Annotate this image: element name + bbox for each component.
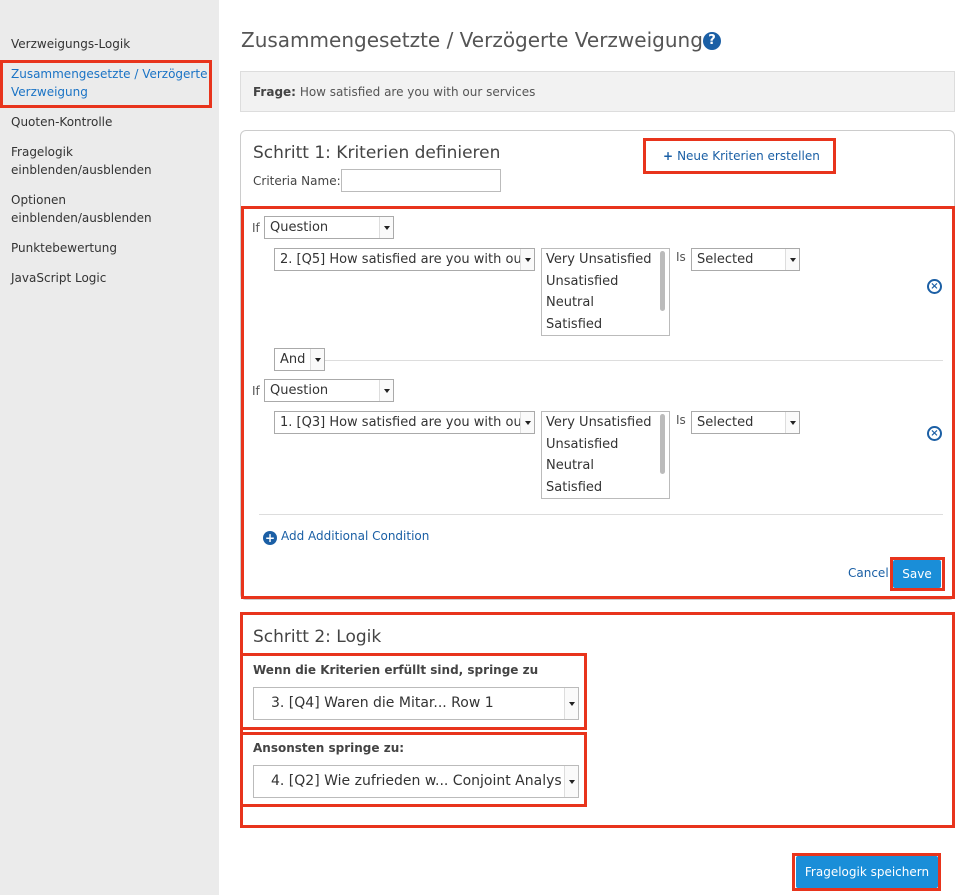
- is-label: Is: [676, 250, 686, 264]
- remove-condition-icon[interactable]: ×: [927, 279, 942, 294]
- question-bar: Frage: How satisfied are you with our se…: [240, 71, 955, 112]
- question-text: How satisfied are you with our services: [299, 85, 536, 99]
- sidebar-item-quota-control[interactable]: Quoten-Kontrolle: [11, 113, 112, 131]
- scrollbar[interactable]: [660, 251, 665, 311]
- step1-title: Schritt 1: Kriterien definieren: [253, 143, 501, 163]
- if-met-label: Wenn die Kriterien erfüllt sind, springe…: [253, 663, 539, 677]
- option-item[interactable]: Unsatisfied: [542, 271, 669, 293]
- state-select[interactable]: Selected: [691, 248, 800, 271]
- question-select-value: 2. [Q5] How satisfied are you with our: [280, 252, 528, 267]
- cancel-button[interactable]: Cancel: [848, 566, 889, 580]
- sidebar-item-question-show-hide[interactable]: Fragelogik einblenden/ausblenden: [11, 143, 171, 179]
- criteria-name-label: Criteria Name:: [253, 174, 341, 188]
- option-item[interactable]: Satisfied: [542, 314, 669, 336]
- option-item[interactable]: Neutral: [542, 455, 669, 477]
- sidebar-item-scoring[interactable]: Punktebewertung: [11, 239, 117, 257]
- connector-select[interactable]: And: [274, 348, 325, 371]
- question-select-value: 1. [Q3] How satisfied are you with our: [280, 415, 528, 430]
- chevron-down-icon: [564, 766, 578, 797]
- options-listbox[interactable]: Very Unsatisfied Unsatisfied Neutral Sat…: [541, 411, 670, 499]
- step2-title: Schritt 2: Logik: [253, 627, 382, 647]
- is-label: Is: [676, 413, 686, 427]
- else-label: Ansonsten springe zu:: [253, 741, 405, 755]
- connector-value: And: [280, 352, 306, 367]
- state-select-value: Selected: [697, 252, 754, 267]
- new-criteria-link[interactable]: + Neue Kriterien erstellen: [663, 149, 820, 163]
- sidebar-item-options-show-hide[interactable]: Optionen einblenden/ausblenden: [11, 191, 171, 227]
- if-met-value: 3. [Q4] Waren die Mitar... Row 1: [271, 695, 494, 711]
- divider: [276, 360, 943, 361]
- divider: [259, 514, 943, 515]
- condition-type-select[interactable]: Question: [264, 379, 394, 402]
- chevron-down-icon: [379, 217, 393, 238]
- question-circle-icon[interactable]: ?: [703, 32, 721, 50]
- condition-type-select[interactable]: Question: [264, 216, 394, 239]
- condition-type-value: Question: [270, 220, 329, 235]
- chevron-down-icon: [564, 688, 578, 719]
- remove-condition-icon[interactable]: ×: [927, 426, 942, 441]
- sidebar-item-javascript-logic[interactable]: JavaScript Logic: [11, 269, 106, 287]
- new-criteria-label: Neue Kriterien erstellen: [677, 149, 820, 163]
- state-select-value: Selected: [697, 415, 754, 430]
- condition-type-value: Question: [270, 383, 329, 398]
- highlight-box: [890, 557, 945, 591]
- else-select[interactable]: 4. [Q2] Wie zufrieden w... Conjoint Anal…: [253, 765, 579, 798]
- page-title: Zusammengesetzte / Verzögerte Verzweigun…: [241, 28, 703, 52]
- if-met-select[interactable]: 3. [Q4] Waren die Mitar... Row 1: [253, 687, 579, 720]
- if-label: If: [252, 221, 260, 235]
- add-condition-label: Add Additional Condition: [281, 529, 430, 543]
- criteria-name-input[interactable]: [341, 169, 501, 192]
- chevron-down-icon: [785, 412, 799, 433]
- chevron-down-icon: [520, 412, 534, 433]
- chevron-down-icon: [379, 380, 393, 401]
- option-item[interactable]: Neutral: [542, 292, 669, 314]
- option-item[interactable]: Very Unsatisfied: [542, 412, 669, 434]
- sidebar: Verzweigungs-Logik Zusammengesetzte / Ve…: [0, 0, 219, 895]
- scrollbar[interactable]: [660, 414, 665, 474]
- highlight-box: [0, 60, 212, 108]
- option-item[interactable]: Satisfied: [542, 477, 669, 499]
- chevron-down-icon: [520, 249, 534, 270]
- sidebar-item-branching-logic[interactable]: Verzweigungs-Logik: [11, 35, 130, 53]
- highlight-box: [792, 853, 941, 891]
- options-listbox[interactable]: Very Unsatisfied Unsatisfied Neutral Sat…: [541, 248, 670, 336]
- add-condition-link[interactable]: + Add Additional Condition: [263, 529, 429, 545]
- else-value: 4. [Q2] Wie zufrieden w... Conjoint Anal…: [271, 773, 562, 789]
- option-item[interactable]: Very Unsatisfied: [542, 249, 669, 271]
- state-select[interactable]: Selected: [691, 411, 800, 434]
- question-label: Frage:: [253, 85, 296, 99]
- if-label: If: [252, 384, 260, 398]
- chevron-down-icon: [310, 349, 324, 370]
- question-select[interactable]: 2. [Q5] How satisfied are you with our: [274, 248, 535, 271]
- plus-icon: +: [663, 149, 674, 163]
- option-item[interactable]: Unsatisfied: [542, 434, 669, 456]
- plus-circle-icon: +: [263, 531, 277, 545]
- question-select[interactable]: 1. [Q3] How satisfied are you with our: [274, 411, 535, 434]
- chevron-down-icon: [785, 249, 799, 270]
